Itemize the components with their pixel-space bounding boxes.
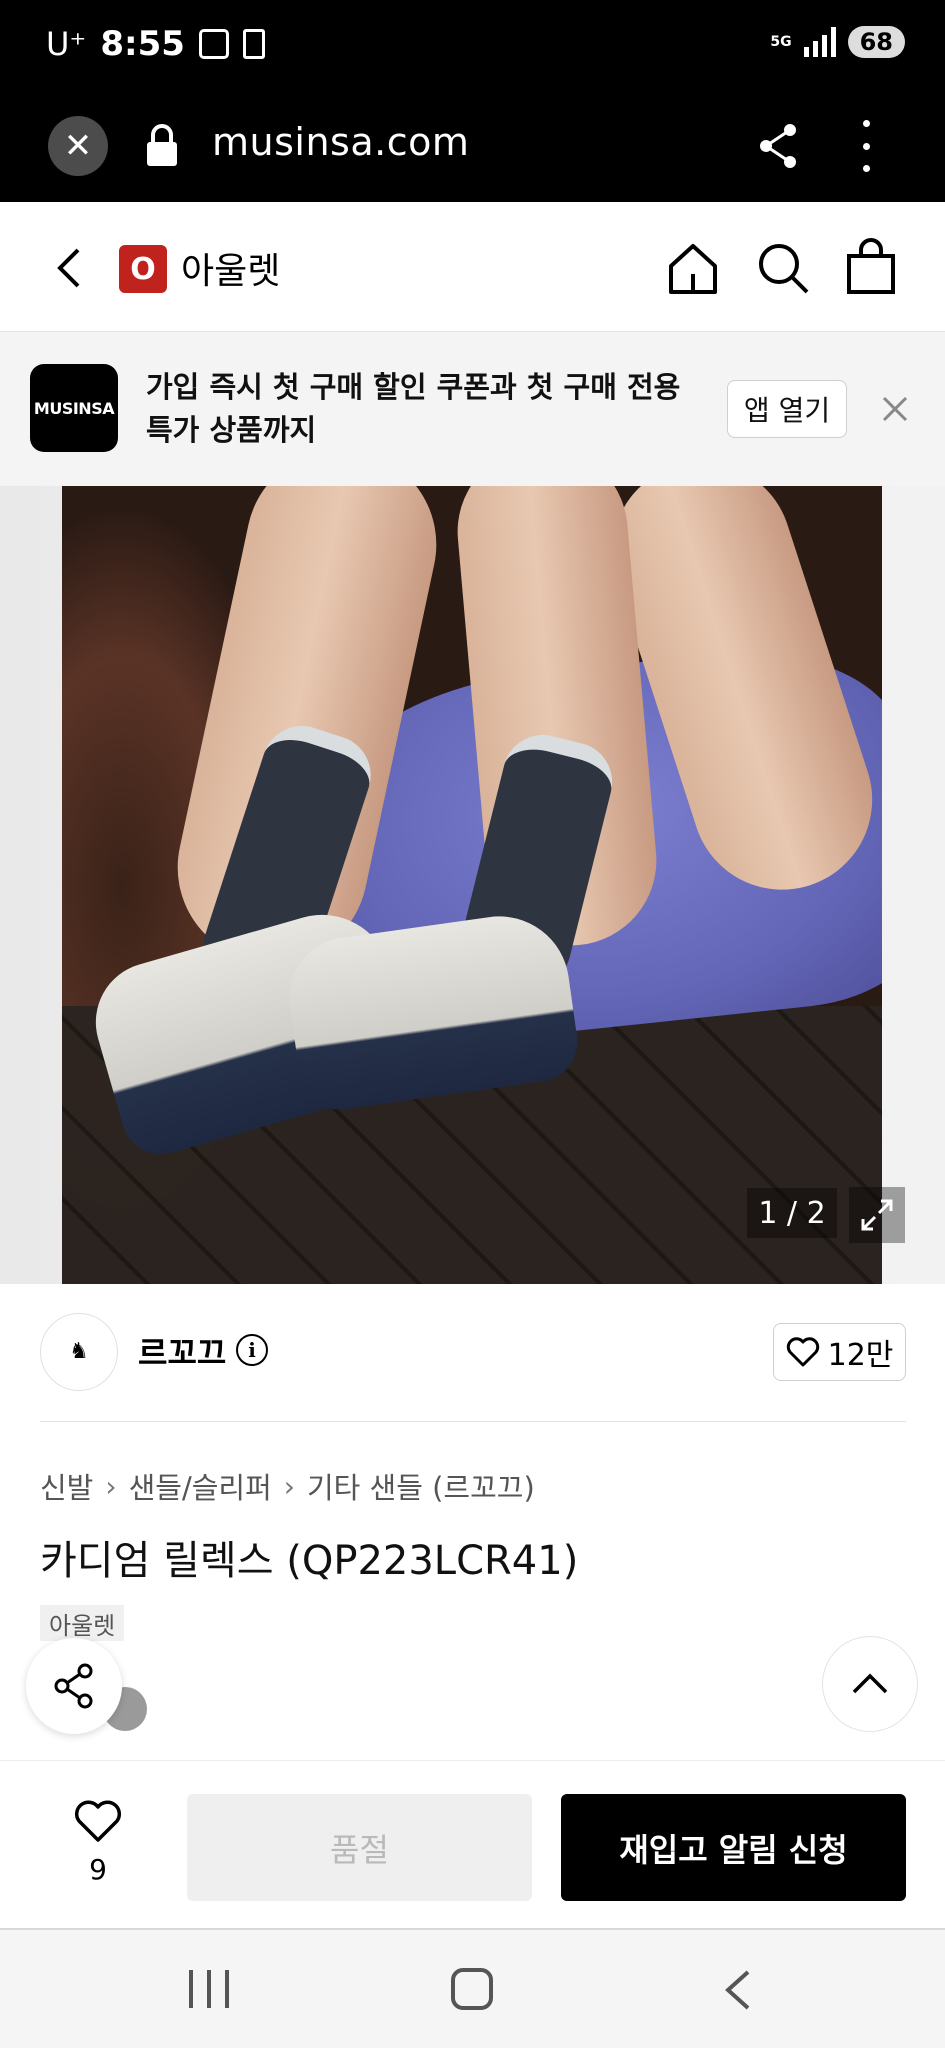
outlet-logo[interactable]: O (119, 245, 167, 293)
scroll-top-button[interactable] (822, 1636, 918, 1732)
network-label: 5G (770, 34, 792, 50)
heart-icon (786, 1337, 819, 1367)
brand-like-button[interactable]: 12만 (773, 1323, 906, 1381)
outlet-tag: 아울렛 (40, 1605, 125, 1641)
close-icon[interactable]: ✕ (48, 116, 108, 176)
brand-row: ♞ 르꼬끄 i 12만 (0, 1284, 945, 1422)
breadcrumb-item[interactable]: 기타 샌들 (르꼬끄) (307, 1465, 535, 1507)
close-banner-icon[interactable] (878, 392, 912, 426)
purchase-bar: 9 품절 재입고 알림 신청 (0, 1760, 945, 1928)
breadcrumb-item[interactable]: 샌들/슬리퍼 (129, 1465, 272, 1507)
recent-apps-icon[interactable] (189, 1970, 229, 2008)
expand-icon[interactable] (849, 1187, 905, 1243)
wishlist-count: 9 (89, 1853, 107, 1886)
app-install-banner: MUSINSA 가입 즉시 첫 구매 할인 쿠폰과 첫 구매 전용 특가 상품까… (0, 332, 945, 486)
share-button[interactable] (26, 1638, 122, 1734)
page-title: 아울렛 (181, 251, 281, 292)
breadcrumb: 신발 › 샌들/슬리퍼 › 기타 샌들 (르꼬끄) (40, 1465, 535, 1507)
restock-alert-button[interactable]: 재입고 알림 신청 (561, 1794, 906, 1901)
open-app-button[interactable]: 앱 열기 (727, 380, 847, 438)
battery-indicator: 68 (847, 26, 905, 58)
breadcrumb-item[interactable]: 신발 (40, 1465, 93, 1507)
chevron-right-icon: › (283, 1469, 295, 1503)
lock-icon (147, 124, 177, 166)
share-icon[interactable] (756, 122, 800, 170)
rooster-icon: ♞ (69, 1339, 89, 1364)
system-nav-bar (0, 1928, 945, 2048)
browser-toolbar: ✕ musinsa.com (0, 92, 945, 202)
search-icon[interactable] (755, 240, 811, 296)
door-icon (242, 29, 265, 59)
chevron-up-icon (852, 1673, 888, 1694)
home-button-icon[interactable] (451, 1968, 493, 2010)
app-header: O 아울렛 (0, 202, 945, 332)
wishlist-button[interactable]: 9 (66, 1799, 130, 1886)
status-bar: U⁺ 8:55 5G 68 (0, 0, 945, 92)
brand-logo[interactable]: ♞ (40, 1313, 118, 1391)
info-icon[interactable]: i (236, 1334, 268, 1366)
brand-like-count: 12만 (827, 1338, 894, 1373)
screenshot-icon (198, 29, 229, 59)
product-title: 카디엄 릴렉스 (QP223LCR41) (40, 1538, 579, 1584)
product-photo (62, 486, 882, 1284)
status-right: 5G 68 (770, 26, 905, 58)
back-icon[interactable] (722, 1968, 754, 2012)
heart-icon (74, 1800, 122, 1842)
brand-name[interactable]: 르꼬끄 (138, 1328, 226, 1374)
carrier-label: U⁺ (46, 25, 87, 63)
more-icon[interactable] (858, 120, 874, 172)
clock: 8:55 (100, 24, 185, 64)
gallery-counter: 1 / 2 (747, 1188, 837, 1238)
product-gallery[interactable]: 1 / 2 (0, 486, 945, 1284)
bag-icon[interactable] (843, 238, 899, 296)
back-icon[interactable] (50, 246, 90, 290)
url-bar[interactable]: musinsa.com (212, 120, 469, 164)
banner-message: 가입 즉시 첫 구매 할인 쿠폰과 첫 구매 전용 특가 상품까지 (146, 370, 681, 447)
chevron-right-icon: › (105, 1469, 117, 1503)
home-icon[interactable] (665, 240, 721, 296)
musinsa-logo: MUSINSA (30, 364, 118, 452)
soldout-button[interactable]: 품절 (187, 1794, 532, 1901)
divider (40, 1421, 906, 1422)
share-icon (54, 1663, 93, 1709)
status-left: U⁺ 8:55 (46, 24, 265, 64)
signal-icon (803, 27, 836, 57)
